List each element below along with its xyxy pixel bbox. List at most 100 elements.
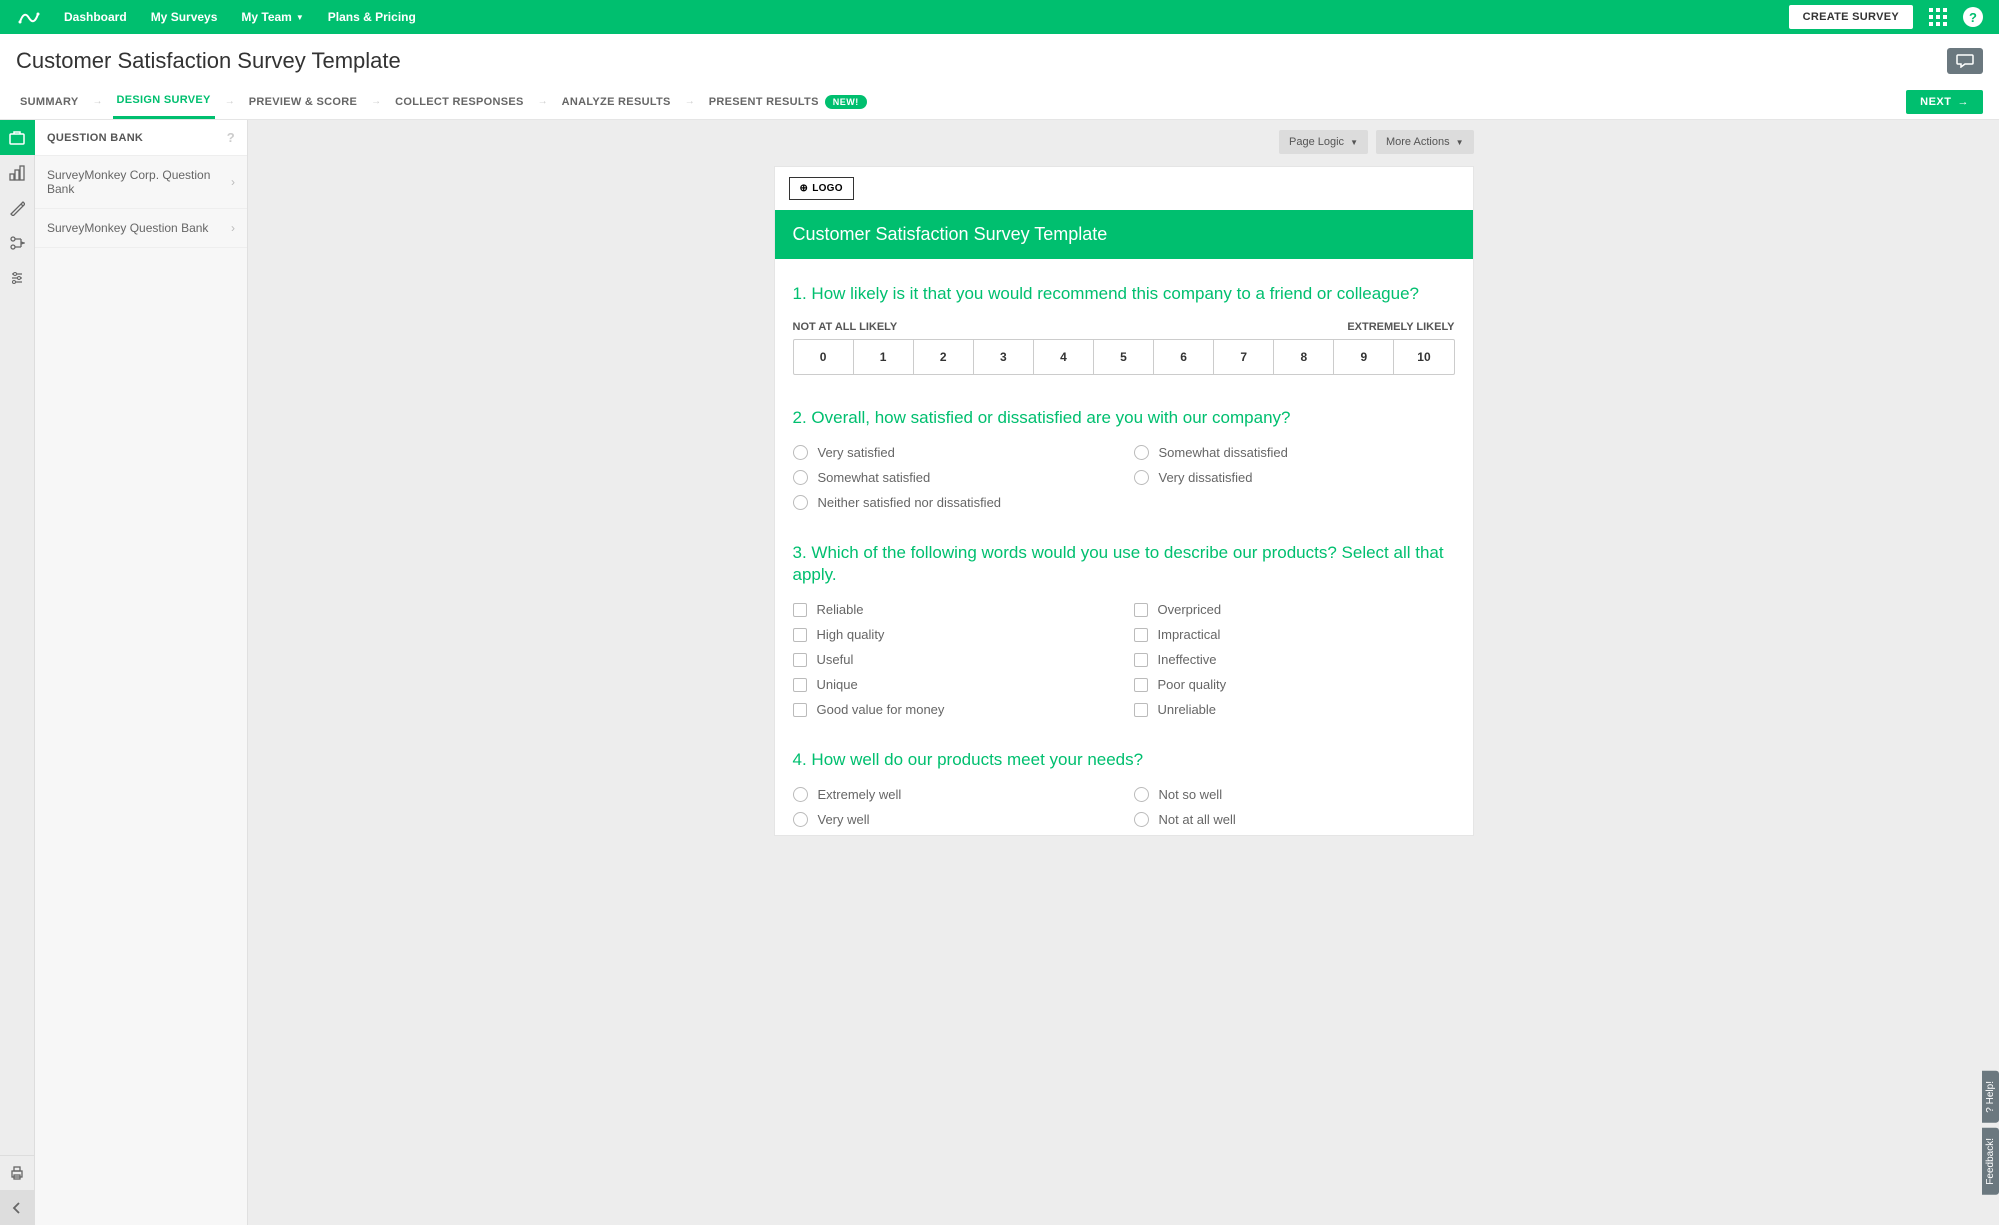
chevron-right-icon: › — [231, 175, 235, 189]
question-text: 3. Which of the following words would yo… — [793, 542, 1455, 586]
checkbox-option[interactable]: Good value for money — [793, 702, 1114, 717]
question-2[interactable]: 2. Overall, how satisfied or dissatisfie… — [775, 383, 1473, 518]
checkbox-option[interactable]: Unique — [793, 677, 1114, 692]
nps-cell[interactable]: 6 — [1154, 340, 1214, 374]
brand-logo[interactable] — [16, 7, 44, 27]
add-logo-button[interactable]: ⊕ LOGO — [789, 177, 854, 200]
nps-cell[interactable]: 3 — [974, 340, 1034, 374]
radio-option[interactable]: Somewhat satisfied — [793, 470, 1114, 485]
step-analyze-results[interactable]: ANALYZE RESULTS — [558, 84, 675, 119]
checkbox-icon — [793, 678, 807, 692]
question-3[interactable]: 3. Which of the following words would yo… — [775, 518, 1473, 725]
side-panel: QUESTION BANK ? SurveyMonkey Corp. Quest… — [35, 120, 248, 1225]
nps-cell[interactable]: 9 — [1334, 340, 1394, 374]
sidepanel-row-label: SurveyMonkey Corp. Question Bank — [47, 168, 231, 196]
rail-logic-icon[interactable] — [0, 225, 35, 260]
comments-button[interactable] — [1947, 48, 1983, 74]
q2-options: Very satisfied Somewhat satisfied Neither … — [793, 445, 1455, 510]
option-label: Poor quality — [1158, 677, 1227, 692]
step-arrow-icon: → — [685, 96, 695, 107]
rail-options-icon[interactable] — [0, 260, 35, 295]
checkbox-option[interactable]: Reliable — [793, 602, 1114, 617]
step-collect-responses[interactable]: COLLECT RESPONSES — [391, 84, 528, 119]
radio-option[interactable]: Very satisfied — [793, 445, 1114, 460]
step-preview-score[interactable]: PREVIEW & SCORE — [245, 84, 361, 119]
option-label: Ineffective — [1158, 652, 1217, 667]
workflow-steps: SUMMARY → DESIGN SURVEY → PREVIEW & SCOR… — [0, 84, 1999, 120]
step-summary[interactable]: SUMMARY — [16, 84, 83, 119]
sidepanel-row-question-bank[interactable]: SurveyMonkey Question Bank › — [35, 209, 247, 248]
next-button[interactable]: NEXT → — [1906, 90, 1983, 114]
page-logic-button[interactable]: Page Logic ▼ — [1279, 130, 1368, 154]
create-survey-button[interactable]: CREATE SURVEY — [1789, 5, 1913, 29]
question-title: Which of the following words would you u… — [793, 543, 1444, 584]
checkbox-option[interactable]: Ineffective — [1134, 652, 1455, 667]
nps-cell[interactable]: 8 — [1274, 340, 1334, 374]
radio-icon — [1134, 470, 1149, 485]
checkbox-icon — [793, 603, 807, 617]
radio-option[interactable]: Somewhat dissatisfied — [1134, 445, 1455, 460]
sidepanel-help-icon[interactable]: ? — [227, 130, 235, 145]
nav-my-surveys[interactable]: My Surveys — [151, 10, 218, 24]
checkbox-option[interactable]: High quality — [793, 627, 1114, 642]
page-toolbar: Page Logic ▼ More Actions ▼ — [774, 126, 1474, 158]
main-area: QUESTION BANK ? SurveyMonkey Corp. Quest… — [0, 120, 1999, 1225]
rail-appearance-icon[interactable] — [0, 190, 35, 225]
step-design-survey[interactable]: DESIGN SURVEY — [113, 84, 215, 119]
nps-cell[interactable]: 4 — [1034, 340, 1094, 374]
checkbox-option[interactable]: Impractical — [1134, 627, 1455, 642]
help-icon[interactable]: ? — [1963, 7, 1983, 27]
nav-plans-pricing[interactable]: Plans & Pricing — [328, 10, 416, 24]
step-present-results[interactable]: PRESENT RESULTS NEW! — [705, 84, 871, 119]
next-label: NEXT — [1920, 96, 1951, 108]
radio-icon — [793, 812, 808, 827]
radio-option[interactable]: Very dissatisfied — [1134, 470, 1455, 485]
nps-cell[interactable]: 0 — [794, 340, 854, 374]
step-arrow-icon: → — [93, 96, 103, 107]
radio-option[interactable]: Extremely well — [793, 787, 1114, 802]
question-1[interactable]: 1. How likely is it that you would recom… — [775, 259, 1473, 383]
nps-cell[interactable]: 10 — [1394, 340, 1453, 374]
option-label: Somewhat satisfied — [818, 470, 931, 485]
checkbox-option[interactable]: Overpriced — [1134, 602, 1455, 617]
question-title: How likely is it that you would recommen… — [811, 284, 1419, 303]
radio-option[interactable]: Not at all well — [1134, 812, 1455, 827]
apps-grid-icon[interactable] — [1929, 8, 1947, 26]
survey-title[interactable]: Customer Satisfaction Survey Template — [775, 210, 1473, 259]
nav-my-team[interactable]: My Team▼ — [241, 10, 303, 24]
checkbox-option[interactable]: Useful — [793, 652, 1114, 667]
checkbox-icon — [1134, 653, 1148, 667]
question-4[interactable]: 4. How well do our products meet your ne… — [775, 725, 1473, 835]
checkbox-option[interactable]: Unreliable — [1134, 702, 1455, 717]
sidepanel-row-corp-bank[interactable]: SurveyMonkey Corp. Question Bank › — [35, 156, 247, 209]
nps-cell[interactable]: 1 — [854, 340, 914, 374]
option-label: Unique — [817, 677, 858, 692]
nps-label-left: NOT AT ALL LIKELY — [793, 321, 898, 333]
checkbox-option[interactable]: Poor quality — [1134, 677, 1455, 692]
nps-cell[interactable]: 2 — [914, 340, 974, 374]
question-number: 4. — [793, 750, 807, 769]
radio-option[interactable]: Neither satisfied nor dissatisfied — [793, 495, 1114, 510]
checkbox-icon — [1134, 603, 1148, 617]
radio-icon — [793, 470, 808, 485]
rail-print-icon[interactable] — [0, 1155, 34, 1190]
rail-builder-icon[interactable] — [0, 155, 35, 190]
radio-option[interactable]: Very well — [793, 812, 1114, 827]
caret-down-icon: ▼ — [1456, 138, 1464, 147]
radio-option[interactable]: Not so well — [1134, 787, 1455, 802]
nav-my-team-label: My Team — [241, 10, 291, 24]
more-actions-button[interactable]: More Actions ▼ — [1376, 130, 1474, 154]
more-actions-label: More Actions — [1386, 136, 1450, 148]
page-title: Customer Satisfaction Survey Template — [16, 48, 401, 74]
sidepanel-row-label: SurveyMonkey Question Bank — [47, 221, 208, 235]
help-tab[interactable]: ? Help! — [1982, 1071, 1999, 1123]
nps-cell[interactable]: 5 — [1094, 340, 1154, 374]
nav-dashboard[interactable]: Dashboard — [64, 10, 127, 24]
rail-question-bank-icon[interactable] — [0, 120, 35, 155]
new-badge: NEW! — [825, 95, 867, 109]
q3-options: Reliable High quality Useful Unique Good val… — [793, 602, 1455, 717]
rail-collapse-icon[interactable] — [0, 1190, 35, 1225]
feedback-tab[interactable]: Feedback! — [1982, 1128, 1999, 1195]
step-arrow-icon: → — [538, 96, 548, 107]
nps-cell[interactable]: 7 — [1214, 340, 1274, 374]
